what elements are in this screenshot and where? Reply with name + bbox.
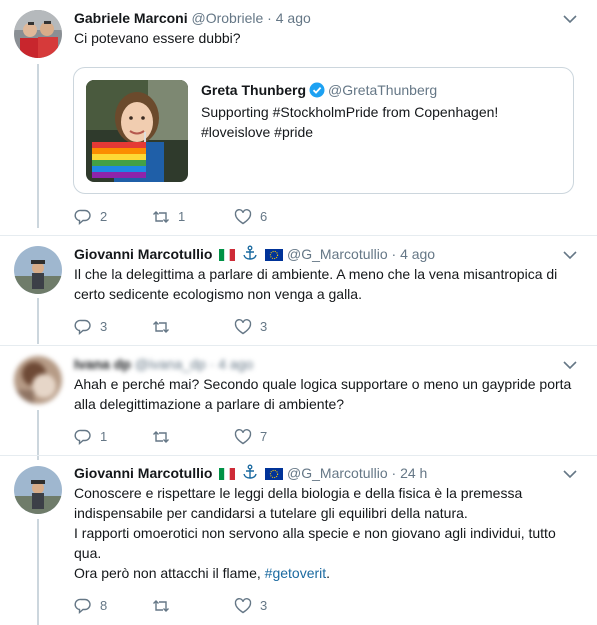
quoted-tweet-image[interactable] — [86, 80, 188, 182]
tweet-text-segment: . — [326, 565, 331, 581]
flag-eu-icon — [265, 249, 284, 261]
hashtag-link[interactable]: #getoverit — [265, 565, 326, 581]
tweet-text: Conoscere e rispettare le leggi della bi… — [74, 483, 574, 583]
quoted-tweet-header: Greta Thunberg @GretaThunberg — [201, 81, 437, 99]
quoted-tweet-text: Supporting #StockholmPride from Copenhag… — [201, 102, 561, 142]
like-count: 3 — [260, 319, 268, 334]
tweet-text-segment: Ora però non attacchi il flame, — [74, 565, 265, 581]
separator-dot: · — [391, 465, 397, 481]
reply-icon — [74, 598, 91, 615]
like-icon — [234, 319, 252, 335]
reply-count: 2 — [100, 209, 108, 224]
tweet[interactable]: Giovanni Marcotullio @G_Marcotullio · 4 … — [0, 236, 597, 346]
author-handle[interactable]: @G_Marcotullio — [287, 465, 388, 481]
quoted-text-line: #loveislove #pride — [201, 124, 314, 140]
reply-count: 3 — [100, 319, 108, 334]
caret-down-icon[interactable] — [563, 250, 577, 260]
caret-down-icon[interactable] — [563, 360, 577, 370]
tweet-text-line: Conoscere e rispettare le leggi della bi… — [74, 485, 523, 521]
author-name[interactable]: Giovanni Marcotullio — [74, 465, 212, 481]
quoted-author-handle[interactable]: @GretaThunberg — [328, 82, 437, 98]
timestamp[interactable]: 4 ago — [218, 356, 253, 372]
timestamp[interactable]: 4 ago — [276, 10, 311, 26]
tweet-header: Ivana dp @ivana_dp · 4 ago — [74, 355, 253, 373]
like-icon — [234, 209, 252, 225]
like-count: 6 — [260, 209, 268, 224]
avatar[interactable] — [14, 466, 62, 514]
verified-badge-icon — [309, 82, 325, 98]
anchor-icon — [243, 245, 257, 260]
author-handle[interactable]: @ivana_dp — [135, 356, 206, 372]
retweet-icon — [153, 321, 169, 333]
timestamp[interactable]: 24 h — [400, 465, 427, 481]
caret-down-icon[interactable] — [563, 469, 577, 479]
tweet-text-line: I rapporti omoerotici non servono alla s… — [74, 525, 556, 561]
reply-count: 8 — [100, 598, 108, 613]
separator-dot: · — [267, 10, 272, 26]
tweet[interactable]: Giovanni Marcotullio @G_Marcotullio · 24… — [0, 456, 597, 625]
retweet-count: 1 — [178, 209, 186, 224]
tweet-text: Ahah e perché mai? Secondo quale logica … — [74, 376, 572, 412]
like-count: 3 — [260, 598, 268, 613]
quoted-text-line: Supporting #StockholmPride from Copenhag… — [201, 104, 499, 120]
tweet-header: Giovanni Marcotullio @G_Marcotullio · 4 … — [74, 245, 435, 263]
like-icon — [234, 598, 252, 614]
tweet-header: Gabriele Marconi @Orobriele · 4 ago — [74, 9, 311, 27]
tweet-text: Ci potevano essere dubbi? — [74, 30, 241, 46]
tweet-header: Giovanni Marcotullio @G_Marcotullio · 24… — [74, 464, 427, 482]
quoted-author-name[interactable]: Greta Thunberg — [201, 82, 306, 98]
retweet-icon — [153, 431, 169, 443]
timestamp[interactable]: 4 ago — [400, 246, 435, 262]
tweet-text-line: Ora però non attacchi il flame, #getover… — [74, 563, 574, 583]
caret-down-icon[interactable] — [563, 14, 577, 24]
reply-icon — [74, 209, 91, 226]
flag-eu-icon — [265, 468, 284, 480]
retweet-icon — [153, 211, 169, 223]
avatar[interactable] — [14, 356, 62, 404]
reply-icon — [74, 429, 91, 446]
separator-dot: · — [391, 246, 397, 262]
avatar[interactable] — [14, 10, 62, 58]
quoted-tweet[interactable]: Greta Thunberg @GretaThunberg Supporting … — [73, 67, 574, 194]
reply-icon — [74, 319, 91, 336]
tweet[interactable]: Gabriele Marconi @Orobriele · 4 ago Ci p… — [0, 0, 597, 236]
author-name[interactable]: Gabriele Marconi — [74, 10, 188, 26]
author-handle[interactable]: @Orobriele — [191, 10, 263, 26]
reply-count: 1 — [100, 429, 108, 444]
retweet-icon — [153, 600, 169, 612]
author-handle[interactable]: @G_Marcotullio — [287, 246, 388, 262]
author-name[interactable]: Ivana dp — [74, 356, 131, 372]
flag-italy-icon — [219, 468, 236, 480]
flag-italy-icon — [219, 249, 236, 261]
tweet-text: Il che la delegittima a parlare di ambie… — [74, 266, 558, 302]
like-count: 7 — [260, 429, 268, 444]
anchor-icon — [243, 464, 257, 479]
separator-dot: · — [209, 356, 215, 372]
like-icon — [234, 429, 252, 445]
avatar[interactable] — [14, 246, 62, 294]
author-name[interactable]: Giovanni Marcotullio — [74, 246, 212, 262]
tweet[interactable]: Ivana dp @ivana_dp · 4 ago Ahah e perché… — [0, 346, 597, 456]
